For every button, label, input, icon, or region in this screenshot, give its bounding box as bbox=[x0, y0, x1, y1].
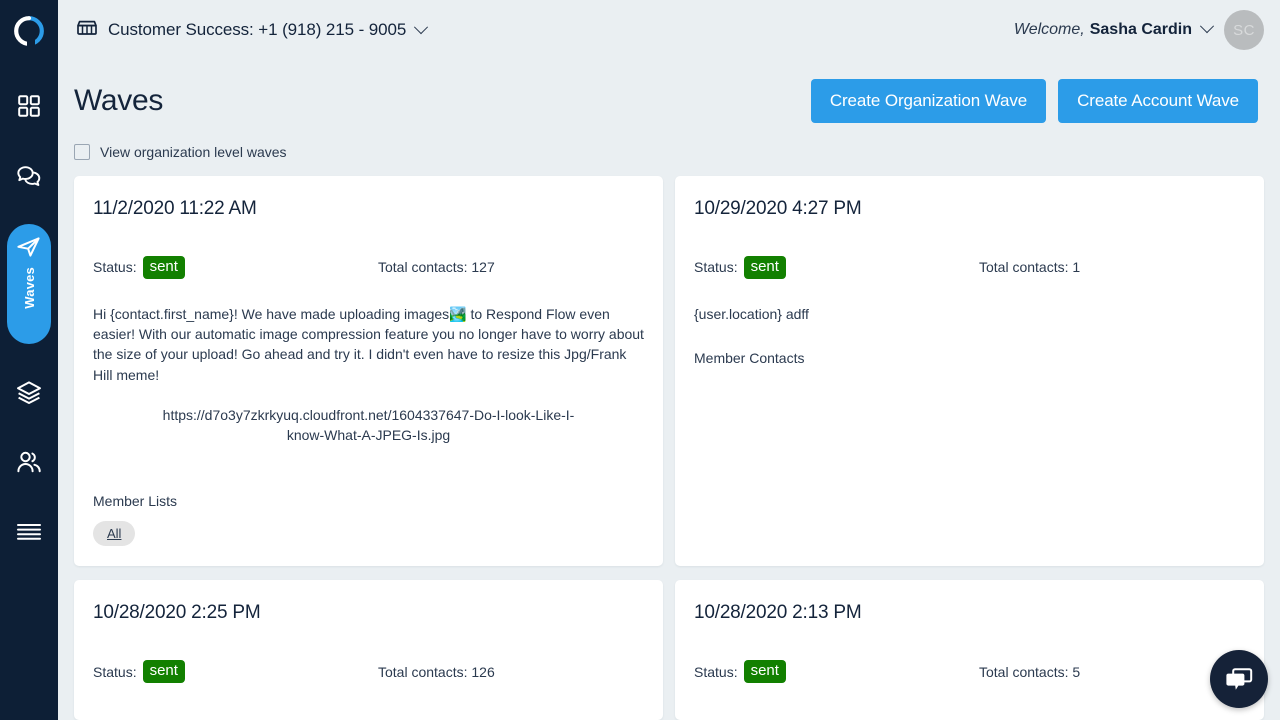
status-label: Status: bbox=[93, 663, 137, 680]
primary-sidebar: Waves bbox=[0, 0, 58, 720]
user-menu-trigger[interactable]: Welcome, Sasha Cardin bbox=[1013, 19, 1215, 39]
wave-date: 10/29/2020 4:27 PM bbox=[694, 198, 862, 219]
wave-date: 11/2/2020 11:22 AM bbox=[93, 198, 257, 219]
wave-card[interactable]: 10/28/2020 2:13 PM Status: sent Total co… bbox=[675, 580, 1264, 720]
member-list-chip[interactable]: All bbox=[93, 521, 136, 547]
wave-card[interactable]: 11/2/2020 11:22 AM Status: sent Total co… bbox=[74, 176, 663, 567]
wave-status-group: Status: sent bbox=[694, 660, 979, 684]
sidebar-item-waves-label: Waves bbox=[21, 267, 37, 309]
app-root: Waves Customer Success: +1 (918) 215 - 9… bbox=[0, 0, 1280, 720]
total-contacts-label: Total contacts: 1 bbox=[979, 259, 1081, 276]
user-area: Welcome, Sasha Cardin SC bbox=[1014, 10, 1264, 50]
wave-meta-row: Status: sent Total contacts: 1 bbox=[694, 256, 1245, 279]
hamburger-menu-icon bbox=[17, 524, 41, 540]
sidebar-item-conversations[interactable] bbox=[7, 154, 51, 198]
wave-status-group: Status: sent bbox=[93, 256, 378, 279]
chat-support-button[interactable] bbox=[1210, 650, 1268, 708]
sidebar-nav-list: Waves bbox=[0, 62, 58, 580]
avatar[interactable]: SC bbox=[1224, 10, 1264, 50]
wave-status-group: Status: sent bbox=[694, 256, 979, 279]
wave-attachment-url: https://d7o3y7zkrkyuq.cloudfront.net/160… bbox=[162, 406, 575, 444]
sidebar-item-lists[interactable] bbox=[7, 370, 51, 414]
chevron-down-icon bbox=[1199, 19, 1215, 34]
account-selector[interactable]: Customer Success: +1 (918) 215 - 9005 bbox=[76, 20, 429, 40]
member-contacts-title: Member Contacts bbox=[694, 349, 805, 366]
respond-flow-logo-icon bbox=[14, 16, 44, 47]
layers-stack-icon bbox=[17, 381, 41, 404]
sidebar-item-dashboard[interactable] bbox=[7, 84, 51, 128]
chat-bubbles-icon bbox=[17, 166, 41, 186]
wave-date: 10/28/2020 2:13 PM bbox=[694, 602, 862, 624]
view-org-level-waves-label: View organization level waves bbox=[100, 144, 287, 160]
page-action-buttons: Create Organization Wave Create Account … bbox=[810, 79, 1258, 123]
view-org-level-waves-row[interactable]: View organization level waves bbox=[58, 124, 1280, 160]
sidebar-item-contacts[interactable] bbox=[7, 440, 51, 484]
sidebar-item-menu[interactable] bbox=[7, 510, 51, 554]
storefront-icon bbox=[77, 20, 97, 35]
waves-card-grid: 11/2/2020 11:22 AM Status: sent Total co… bbox=[58, 160, 1280, 720]
welcome-label: Welcome, bbox=[1013, 21, 1085, 38]
grid-dashboard-icon bbox=[18, 95, 40, 117]
total-contacts-label: Total contacts: 126 bbox=[378, 663, 495, 680]
status-badge: sent bbox=[743, 256, 786, 279]
member-lists-title: Member Lists bbox=[93, 493, 178, 510]
wave-meta-row: Status: sent Total contacts: 5 bbox=[694, 660, 1245, 684]
user-name-label: Sasha Cardin bbox=[1089, 21, 1192, 38]
view-org-level-waves-checkbox[interactable] bbox=[74, 144, 90, 160]
account-name-label: Customer Success: +1 (918) 215 - 9005 bbox=[108, 20, 407, 39]
create-organization-wave-button[interactable]: Create Organization Wave bbox=[810, 79, 1047, 123]
page-content: Waves Create Organization Wave Create Ac… bbox=[58, 60, 1280, 720]
page-header: Waves Create Organization Wave Create Ac… bbox=[58, 60, 1280, 124]
app-logo[interactable] bbox=[0, 0, 58, 62]
wave-meta-row: Status: sent Total contacts: 127 bbox=[93, 256, 644, 279]
wave-status-group: Status: sent bbox=[93, 660, 378, 684]
wave-message: Hi {contact.first_name}! We have made up… bbox=[93, 305, 644, 383]
wave-card[interactable]: 10/29/2020 4:27 PM Status: sent Total co… bbox=[675, 176, 1264, 567]
wave-card[interactable]: 10/28/2020 2:25 PM Status: sent Total co… bbox=[74, 580, 663, 720]
total-contacts-label: Total contacts: 5 bbox=[979, 663, 1081, 680]
status-badge: sent bbox=[743, 660, 786, 684]
people-group-icon bbox=[17, 451, 41, 473]
top-header-bar: Customer Success: +1 (918) 215 - 9005 We… bbox=[58, 0, 1280, 60]
create-account-wave-button[interactable]: Create Account Wave bbox=[1058, 79, 1258, 123]
member-lists-chips: All bbox=[93, 521, 644, 547]
wave-date: 10/28/2020 2:25 PM bbox=[93, 602, 261, 624]
wave-meta-row: Status: sent Total contacts: 126 bbox=[93, 660, 644, 684]
chevron-down-icon bbox=[414, 20, 429, 35]
total-contacts-label: Total contacts: 127 bbox=[378, 259, 495, 276]
paper-plane-icon bbox=[17, 237, 40, 257]
status-label: Status: bbox=[694, 259, 738, 276]
wave-message: {user.location} adff bbox=[694, 305, 809, 322]
status-label: Status: bbox=[694, 663, 738, 680]
status-badge: sent bbox=[142, 256, 185, 279]
status-label: Status: bbox=[93, 259, 137, 276]
sidebar-item-waves[interactable]: Waves bbox=[7, 224, 51, 344]
page-title: Waves bbox=[74, 84, 164, 117]
chat-bubbles-icon bbox=[1226, 668, 1253, 690]
status-badge: sent bbox=[142, 660, 185, 684]
